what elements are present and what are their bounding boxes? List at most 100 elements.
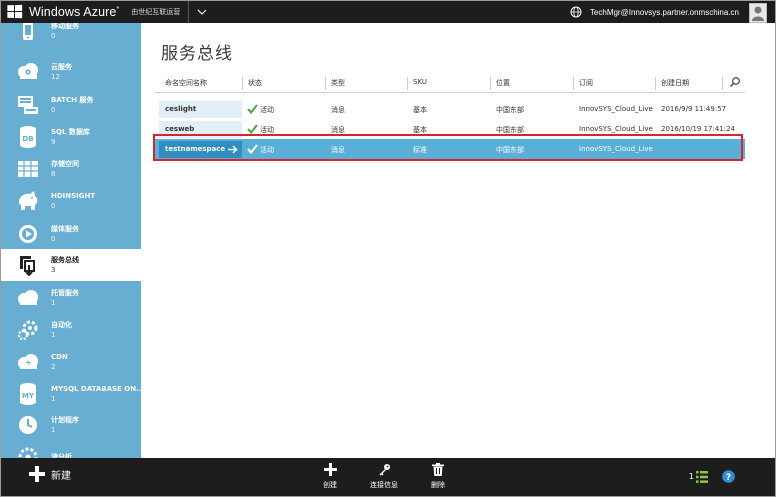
check-icon (247, 104, 258, 114)
column-header-location[interactable]: 位置 (496, 78, 510, 88)
new-label: 新建 (51, 470, 71, 482)
column-header-name[interactable]: 命名空间名称 (165, 78, 207, 88)
sidebar-item-count: 1 (51, 331, 56, 339)
sidebar-item-count: 1 (51, 395, 56, 403)
cell-subscription: InnovSYS_Cloud_Live (579, 125, 653, 133)
cell-location: 中国东部 (496, 106, 524, 114)
delete-button[interactable]: 删除 (413, 463, 463, 490)
sidebar-item-label: 云服务 (51, 63, 72, 71)
sidebar-item-label: 计划程序 (51, 416, 79, 424)
windows-logo-icon[interactable] (7, 4, 23, 20)
storage-icon (15, 156, 41, 182)
svg-text:DB: DB (22, 135, 33, 143)
column-header-subscription[interactable]: 订阅 (579, 78, 593, 88)
sidebar-item-count: 0 (51, 235, 56, 243)
sidebar-item-hdinsight[interactable]: HDINSIGHT 0 (1, 185, 141, 217)
table-row[interactable]: ceslight 活动 消息 基本 中国东部 InnovSYS_Cloud_Live 201… (155, 99, 745, 119)
list-icon[interactable] (696, 470, 708, 483)
trash-icon (432, 463, 444, 476)
sidebar-item-count: 8 (51, 170, 56, 178)
avatar[interactable] (749, 2, 767, 23)
operator-label: 由世纪互联运营 (131, 8, 181, 16)
plus-icon (29, 466, 45, 482)
key-icon (379, 464, 390, 476)
plus-icon (323, 463, 337, 476)
help-icon[interactable]: ? (722, 470, 735, 483)
cell-created: 2016/10/19 17:41:24 (661, 125, 736, 133)
batch-icon (15, 92, 41, 118)
sidebar-item-automation[interactable]: 自动化 1 (1, 314, 141, 346)
portal-window: Windows Azure* 由世纪互联运营 TechMgr@Innovsys.… (0, 0, 776, 497)
cloud-services-icon (15, 59, 41, 85)
column-header-status[interactable]: 状态 (248, 78, 262, 88)
automation-icon (15, 317, 41, 343)
cell-created: 2016/9/9 11:49:57 (661, 105, 727, 113)
stream-analytics-icon (15, 444, 41, 458)
mobile-services-icon (15, 23, 41, 44)
namespace-name[interactable]: cesweb (165, 125, 194, 133)
managed-services-icon (15, 285, 41, 311)
sidebar-item-label: CDN (51, 353, 68, 361)
table-header: 命名空间名称 状态 类型 SKU 位置 订阅 创建日期 (155, 74, 745, 93)
sidebar-item-label: 自动化 (51, 321, 72, 329)
new-button[interactable]: 新建 (29, 466, 71, 482)
sidebar-item-count: 1 (51, 299, 56, 307)
sidebar-item-count: 0 (51, 32, 56, 40)
create-label: 创建 (323, 481, 337, 489)
column-header-sku[interactable]: SKU (413, 78, 427, 86)
sql-database-icon: DB (15, 124, 41, 150)
sidebar-item-count: 3 (51, 266, 56, 274)
connection-info-label: 连接信息 (370, 481, 398, 489)
sidebar-item-service-bus[interactable]: 服务总线 3 (1, 249, 141, 281)
sidebar-item-count: 9 (51, 138, 56, 146)
globe-icon[interactable] (570, 6, 582, 18)
command-bar: 新建 创建 连接信息 删除 1 ? (1, 458, 775, 496)
brand-title[interactable]: Windows Azure* (29, 5, 119, 19)
search-icon[interactable] (729, 76, 741, 88)
user-email[interactable]: TechMgr@Innovsys.partner.onmschina.cn (590, 8, 739, 17)
sidebar-item-label: 托管服务 (51, 289, 79, 297)
cell-type: 消息 (331, 106, 345, 114)
sidebar-item-media-services[interactable]: 媒体服务 0 (1, 218, 141, 250)
sidebar-item-count: 1 (51, 426, 56, 434)
media-services-icon (15, 221, 41, 247)
sidebar-item-label: 媒体服务 (51, 225, 79, 233)
sidebar-item-count: 12 (51, 73, 60, 81)
main-content: 服务总线 命名空间名称 状态 类型 SKU 位置 订阅 创建日期 cesligh… (141, 23, 757, 458)
hdinsight-icon (15, 188, 41, 214)
sidebar-item-label: 存储空间 (51, 160, 79, 168)
cell-sku: 基本 (413, 106, 427, 114)
sidebar-item-cdn[interactable]: CDN 2 (1, 346, 141, 378)
sidebar-item-count: 0 (51, 106, 56, 114)
connection-info-button[interactable]: 连接信息 (359, 463, 409, 490)
sidebar-item-cloud-services[interactable]: 云服务 12 (1, 56, 141, 88)
page-title: 服务总线 (161, 44, 233, 64)
service-bus-icon (15, 252, 41, 278)
sidebar-item-scheduler[interactable]: 计划程序 1 (1, 409, 141, 441)
namespace-name[interactable]: ceslight (165, 105, 196, 113)
namespace-name-cell[interactable]: ceslight (159, 101, 242, 118)
sidebar-item-label: SQL 数据库 (51, 128, 90, 136)
cell-subscription: InnovSYS_Cloud_Live (579, 105, 653, 113)
check-icon (247, 124, 258, 134)
sidebar-item-batch[interactable]: BATCH 服务 0 (1, 89, 141, 121)
divider (188, 1, 190, 23)
column-header-type[interactable]: 类型 (331, 78, 345, 88)
sidebar-item-mysql[interactable]: MY MYSQL DATABASE ON... 1 (1, 378, 141, 410)
sidebar-item-count: 0 (51, 202, 56, 210)
chevron-down-icon[interactable] (195, 9, 209, 15)
selection-highlight (153, 134, 743, 161)
sidebar-item-mobile-services[interactable]: 移动服务 0 (1, 23, 141, 47)
sidebar-item-label: 服务总线 (51, 256, 79, 264)
sidebar-item-stream-analytics[interactable]: 流分析 (1, 441, 141, 458)
sidebar-item-sql-database[interactable]: DB SQL 数据库 9 (1, 121, 141, 153)
mysql-icon: MY (15, 381, 41, 407)
create-button[interactable]: 创建 (305, 463, 355, 490)
svg-text:?: ? (726, 473, 731, 483)
sidebar-item-managed-services[interactable]: 托管服务 1 (1, 282, 141, 314)
top-bar: Windows Azure* 由世纪互联运营 TechMgr@Innovsys.… (1, 1, 775, 23)
column-header-created[interactable]: 创建日期 (661, 78, 689, 88)
notification-count[interactable]: 1 (689, 472, 694, 481)
svg-text:MY: MY (22, 392, 35, 400)
sidebar-item-storage[interactable]: 存储空间 8 (1, 153, 141, 185)
